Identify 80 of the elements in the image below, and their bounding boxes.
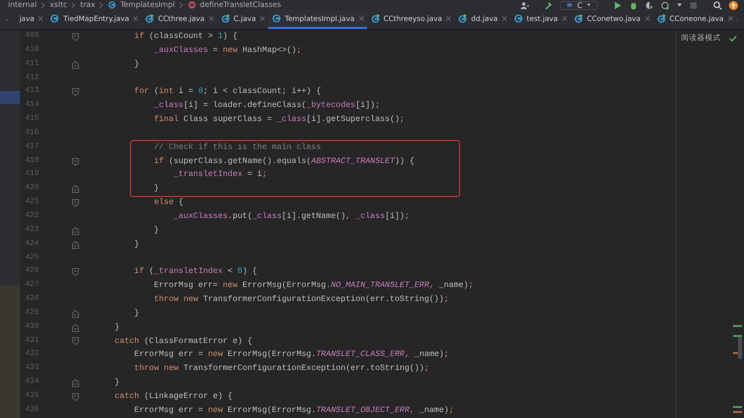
search-icon[interactable]	[713, 0, 722, 10]
code-line: _class[i] = loader.defineClass(_bytecodes[i]);	[152, 101, 380, 110]
fold-marker-icon[interactable]	[72, 392, 79, 401]
code-line: throw new TransformerConfigurationException(err.toString());	[152, 295, 449, 304]
scrollbar-thumb[interactable]	[738, 337, 742, 359]
code-line: if (superClass.getName().equals(ABSTRACT_TRANSLET)) {	[152, 156, 414, 166]
close-icon[interactable]	[446, 16, 452, 21]
debug-icon[interactable]	[629, 0, 638, 10]
selected-row-highlight	[0, 91, 20, 104]
code-line: _transletIndex = i;	[172, 170, 267, 180]
profiler-icon[interactable]	[661, 0, 670, 10]
code-line: }	[114, 322, 120, 332]
code-line: if (_transletIndex < 0) {	[133, 267, 258, 276]
person-icon[interactable]	[520, 0, 529, 10]
code-line: _auxClasses = new HashMap<>();	[152, 46, 302, 55]
check-icon	[729, 34, 737, 42]
code-line: catch (ClassFormatError e) {	[114, 336, 252, 346]
fold-marker-icon[interactable]	[72, 88, 79, 96]
close-icon[interactable]	[358, 16, 364, 21]
runnable-class-icon	[370, 14, 380, 23]
code-line: if (classCount > 1) {	[133, 32, 238, 41]
chevron-icon	[71, 2, 76, 8]
change-marker	[733, 325, 742, 326]
update-icon[interactable]	[729, 0, 738, 10]
code-line: ErrorMsg err = new ErrorMsg(ErrorMsg.TRANSLET_OBJECT_ERR, _name);	[133, 406, 454, 415]
window-icon	[567, 2, 572, 8]
class-icon	[514, 14, 523, 23]
fold-marker-icon[interactable]	[72, 226, 79, 235]
fold-marker-icon[interactable]	[72, 199, 79, 208]
runnable-class-icon	[574, 14, 583, 23]
fold-marker-icon[interactable]	[72, 32, 79, 41]
close-icon[interactable]	[728, 16, 733, 21]
code-line: _auxClasses.put(_class[i].getName(), _class[i]);	[172, 212, 410, 221]
class-icon	[272, 14, 281, 23]
code-line: }	[133, 60, 140, 69]
fold-marker-icon[interactable]	[72, 158, 79, 166]
hammer-icon[interactable]	[544, 0, 553, 10]
code-line: }	[152, 184, 159, 194]
fold-marker-icon[interactable]	[72, 324, 79, 332]
change-marker	[733, 335, 742, 336]
close-icon[interactable]	[562, 16, 567, 21]
code-line: // Check if this is the main class	[152, 142, 322, 152]
fold-marker-icon[interactable]	[72, 185, 79, 194]
close-icon[interactable]	[38, 16, 44, 21]
runnable-class-icon	[656, 14, 666, 23]
code-line: final Class superClass = _class[i].getSuperclass();	[152, 115, 405, 124]
chevron-icon	[99, 2, 104, 8]
change-marker	[733, 406, 742, 408]
stop-icon[interactable]	[689, 0, 698, 10]
fold-marker-icon[interactable]	[72, 60, 79, 69]
runnable-class-icon	[220, 14, 230, 23]
fold-marker-icon[interactable]	[72, 268, 79, 276]
caret-icon	[587, 3, 591, 7]
fold-marker-icon[interactable]	[72, 379, 79, 388]
chevron-icon	[40, 2, 46, 8]
change-marker	[733, 411, 742, 412]
fold-marker-icon[interactable]	[72, 240, 79, 249]
class-icon	[50, 14, 60, 23]
close-icon[interactable]	[133, 16, 138, 21]
code-line: }	[114, 378, 120, 388]
code-line: }	[133, 240, 140, 249]
caret-icon[interactable]	[677, 3, 682, 7]
chevron-icon	[178, 2, 184, 8]
fold-marker-icon[interactable]	[72, 337, 79, 346]
runnable-class-icon	[145, 14, 154, 23]
close-icon[interactable]	[208, 16, 214, 21]
coverage-icon[interactable]	[645, 0, 654, 10]
close-icon[interactable]	[260, 16, 265, 21]
runnable-class-icon	[458, 14, 468, 23]
code-line: throw new TransformerConfigurationException(err.toString());	[133, 364, 430, 374]
code-line: else {	[152, 198, 184, 208]
code-line: for (int i = 0; i < classCount; i++) {	[133, 87, 322, 96]
code-line: }	[133, 308, 140, 318]
close-icon[interactable]	[644, 16, 650, 21]
code-line: ErrorMsg err= new ErrorMsg(ErrorMsg.NO_MAIN_TRANSLET_ERR, _name);	[152, 281, 474, 290]
fold-marker-icon[interactable]	[72, 310, 79, 318]
close-icon[interactable]	[502, 16, 507, 21]
code-line: }	[152, 226, 159, 235]
code-line: ErrorMsg err = new ErrorMsg(ErrorMsg.TRANSLET_CLASS_ERR, _name);	[133, 350, 449, 360]
code-line: catch (LinkageError e) {	[114, 392, 233, 401]
